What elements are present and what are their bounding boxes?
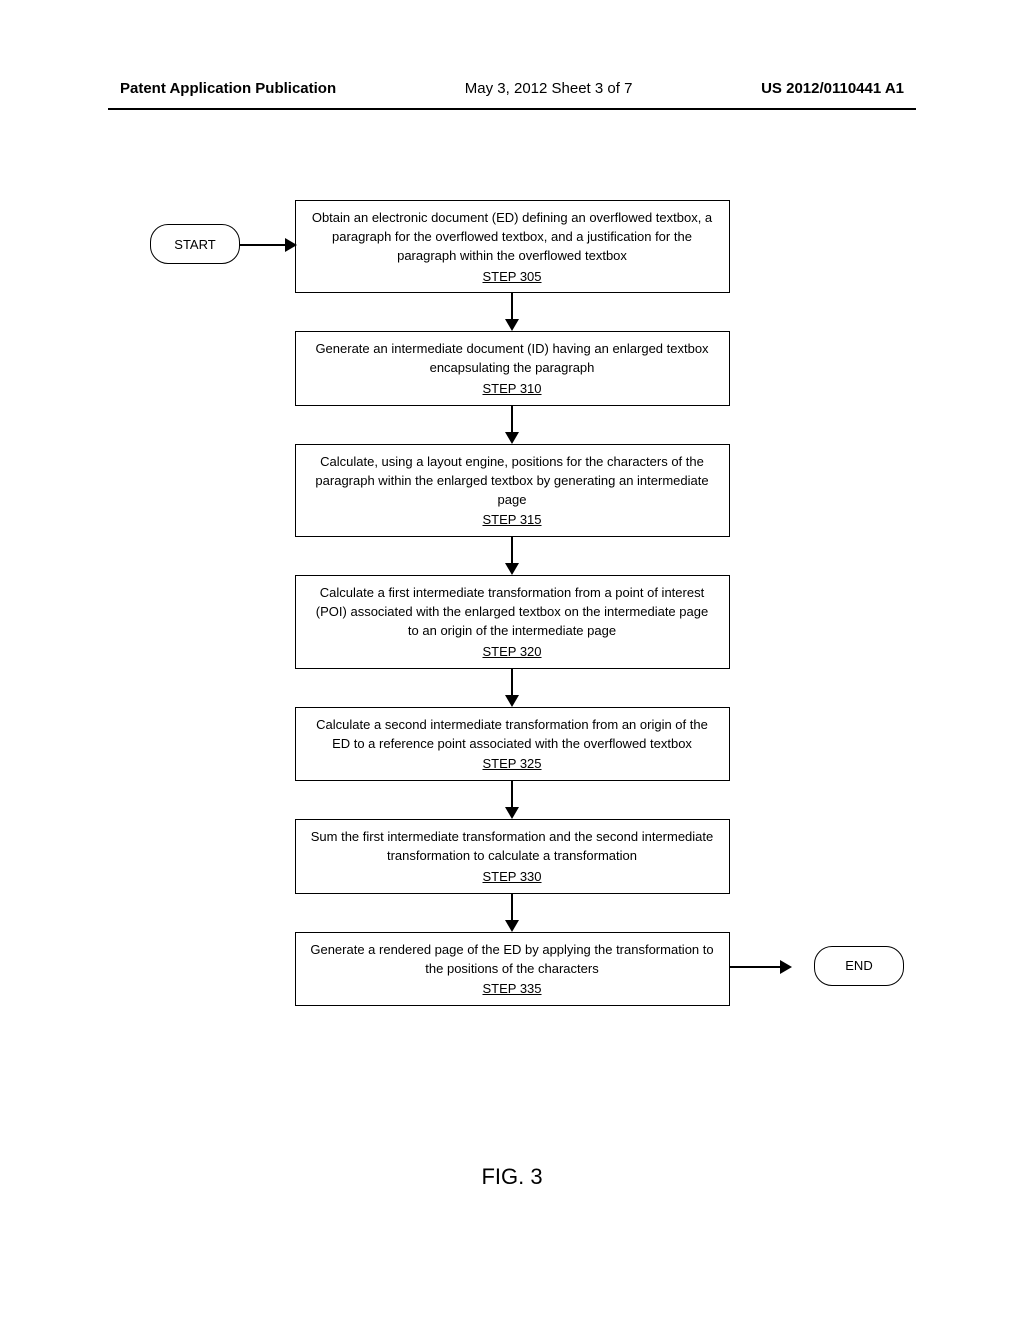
step-text: Obtain an electronic document (ED) defin… [310, 209, 715, 266]
arrow-335-to-end [730, 966, 790, 968]
step-label: STEP 320 [482, 643, 541, 662]
step-label: STEP 310 [482, 380, 541, 399]
arrow-310-to-315 [512, 406, 513, 444]
step-text: Calculate a second intermediate transfor… [310, 716, 715, 754]
step-305: Obtain an electronic document (ED) defin… [295, 200, 730, 293]
step-label: STEP 325 [482, 755, 541, 774]
arrow-305-to-310 [512, 293, 513, 331]
arrow-320-to-325 [512, 669, 513, 707]
step-label: STEP 335 [482, 980, 541, 999]
step-label: STEP 315 [482, 511, 541, 530]
arrow-start-to-305 [240, 244, 295, 246]
step-text: Generate an intermediate document (ID) h… [310, 340, 715, 378]
header-rule [108, 108, 916, 110]
step-text: Sum the first intermediate transformatio… [310, 828, 715, 866]
terminal-end-label: END [845, 958, 872, 973]
step-label: STEP 330 [482, 868, 541, 887]
header-right: US 2012/0110441 A1 [761, 80, 904, 97]
arrow-330-to-335 [512, 894, 513, 932]
flowchart: START Obtain an electronic document (ED)… [0, 200, 1024, 1006]
header-center: May 3, 2012 Sheet 3 of 7 [465, 80, 633, 97]
page-header: Patent Application Publication May 3, 20… [0, 80, 1024, 97]
step-text: Generate a rendered page of the ED by ap… [310, 941, 715, 979]
step-310: Generate an intermediate document (ID) h… [295, 331, 730, 406]
step-text: Calculate a first intermediate transform… [310, 584, 715, 641]
arrow-315-to-320 [512, 537, 513, 575]
terminal-start: START [150, 224, 240, 264]
step-320: Calculate a first intermediate transform… [295, 575, 730, 668]
step-325: Calculate a second intermediate transfor… [295, 707, 730, 782]
step-330: Sum the first intermediate transformatio… [295, 819, 730, 894]
terminal-end: END [814, 946, 904, 986]
step-text: Calculate, using a layout engine, positi… [310, 453, 715, 510]
step-335: Generate a rendered page of the ED by ap… [295, 932, 730, 1007]
terminal-start-label: START [174, 237, 215, 252]
header-left: Patent Application Publication [120, 80, 336, 97]
arrow-325-to-330 [512, 781, 513, 819]
figure-label: FIG. 3 [0, 1164, 1024, 1190]
step-label: STEP 305 [482, 268, 541, 287]
step-315: Calculate, using a layout engine, positi… [295, 444, 730, 537]
